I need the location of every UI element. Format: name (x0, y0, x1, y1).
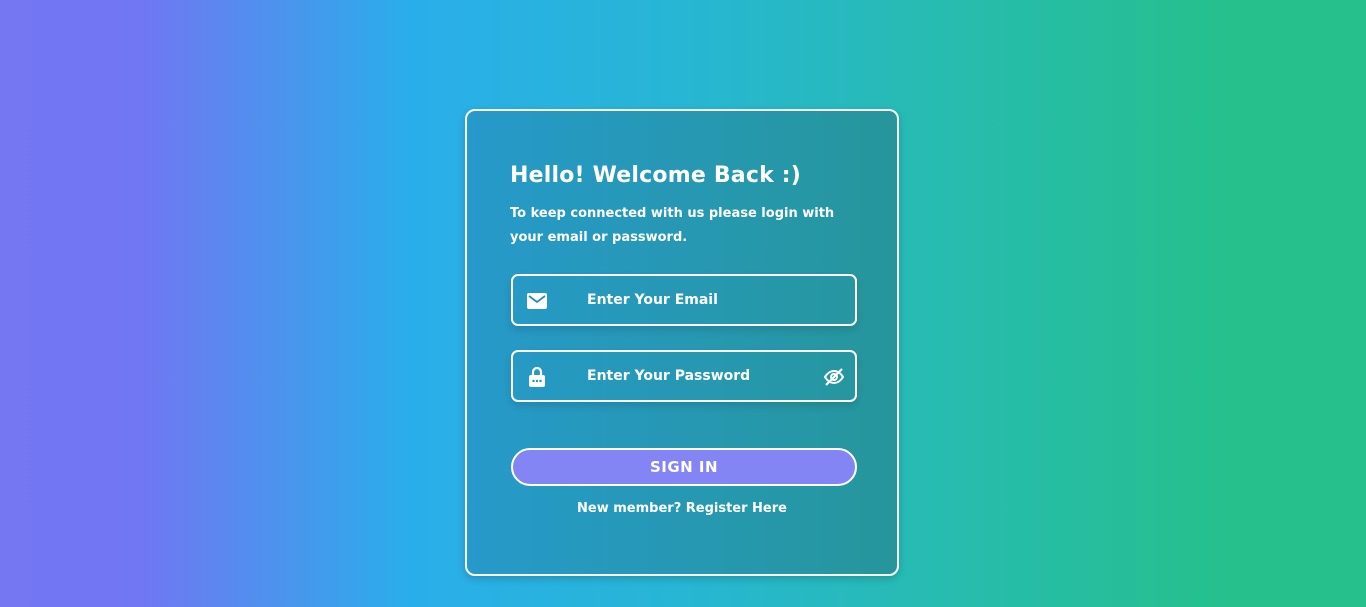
password-field-container (511, 350, 857, 402)
email-field-container (511, 274, 857, 326)
login-title: Hello! Welcome Back :) (510, 163, 802, 188)
register-prompt: New member? Register Here (467, 501, 897, 516)
password-input[interactable] (587, 364, 807, 388)
eye-slash-icon[interactable] (823, 367, 845, 387)
email-input[interactable] (587, 288, 807, 312)
lock-icon (527, 367, 547, 387)
register-link[interactable]: New member? Register Here (577, 501, 787, 516)
login-subtitle: To keep connected with us please login w… (510, 206, 835, 245)
login-card: Hello! Welcome Back :) To keep connected… (465, 109, 899, 576)
envelope-icon (527, 291, 547, 311)
sign-in-button[interactable]: SIGN IN (511, 448, 857, 486)
